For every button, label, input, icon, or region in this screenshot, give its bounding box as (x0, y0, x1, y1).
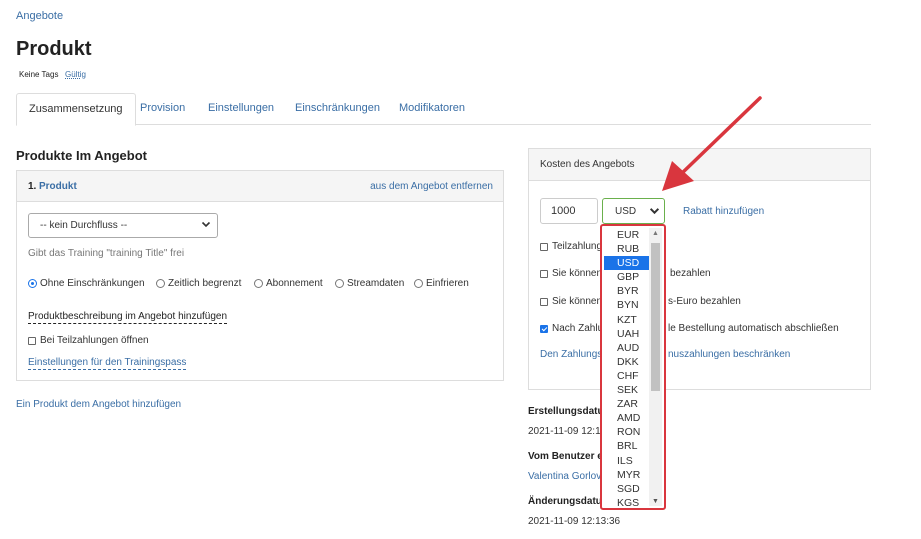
cost-option-pay-1[interactable]: Sie können (540, 268, 602, 279)
chevron-down-icon (649, 205, 660, 219)
currency-option-sek[interactable]: SEK (604, 383, 650, 397)
remove-product-link[interactable]: aus dem Angebot entfernen (370, 181, 493, 192)
tab-modifikatoren[interactable]: Modifikatoren (387, 93, 477, 125)
radio-button[interactable] (254, 279, 263, 288)
currency-option-brl[interactable]: BRL (604, 439, 650, 453)
currency-option-rub[interactable]: RUB (604, 242, 650, 256)
product-panel-header: 1. Produkt aus dem Angebot entfernen (17, 171, 503, 202)
breadcrumb[interactable]: Angebote (16, 10, 63, 22)
training-hint: Gibt das Training "training Title" frei (28, 248, 185, 259)
limit-payments-link-tail[interactable]: nuszahlungen beschränken (668, 349, 790, 360)
radio-abonnement[interactable]: Abonnement (254, 278, 323, 289)
changed-date-label: Änderungsdatu (528, 496, 602, 507)
radio-button[interactable] (28, 279, 37, 288)
amount-input[interactable]: 1000 (540, 198, 598, 224)
checkbox[interactable] (540, 269, 548, 278)
currency-option-chf[interactable]: CHF (604, 369, 650, 383)
tab-zusammensetzung[interactable]: Zusammensetzung (16, 93, 136, 126)
add-product-link[interactable]: Ein Produkt dem Angebot hinzufügen (16, 399, 181, 410)
created-date-value: 2021-11-09 12:13: (528, 426, 609, 437)
radio-button[interactable] (156, 279, 165, 288)
currency-option-gbp[interactable]: GBP (604, 270, 650, 284)
cost-option-pay-euro-tail: s-Euro bezahlen (668, 296, 741, 307)
currency-option-ron[interactable]: RON (604, 425, 650, 439)
checkbox[interactable] (540, 297, 548, 306)
checkbox[interactable] (540, 242, 548, 251)
cost-option-partial-payment[interactable]: Teilzahlung (540, 241, 602, 252)
radio-zeitlich-begrenzt[interactable]: Zeitlich begrenzt (156, 278, 241, 289)
open-on-partial-checkbox[interactable]: Bei Teilzahlungen öffnen (28, 335, 149, 346)
cost-panel-title: Kosten des Angebots (540, 159, 635, 170)
currency-option-byr[interactable]: BYR (604, 284, 650, 298)
status-badge[interactable]: Gültig (65, 70, 86, 79)
currency-option-ils[interactable]: ILS (604, 454, 650, 468)
scrollbar-thumb[interactable] (651, 243, 660, 391)
changed-date-value: 2021-11-09 12:13:36 (528, 516, 621, 527)
currency-option-dkk[interactable]: DKK (604, 355, 650, 369)
currency-option-aud[interactable]: AUD (604, 341, 650, 355)
flow-select-value: -- kein Durchfluss -- (40, 220, 128, 231)
product-name-link[interactable]: Produkt (39, 181, 77, 192)
currency-options: EUR RUB USD GBP BYR BYN KZT UAH AUD DKK CHF SEK ZAR A… (604, 228, 650, 510)
radio-ohne-einschraenkungen[interactable]: Ohne Einschränkungen (28, 278, 145, 289)
cost-option-pay-1-tail: bezahlen (670, 268, 711, 279)
scroll-down-icon[interactable]: ▼ (652, 498, 659, 505)
page-title: Produkt (16, 38, 92, 60)
dropdown-scrollbar[interactable]: ▲ ▼ (649, 228, 662, 506)
created-by-label: Vom Benutzer e (528, 451, 603, 462)
cost-option-auto-complete[interactable]: Nach Zahlu (540, 323, 603, 334)
add-description-link[interactable]: Produktbeschreibung im Angebot hinzufüge… (28, 311, 228, 324)
currency-option-kgs[interactable]: KGS (604, 496, 650, 510)
currency-select[interactable]: USD (602, 198, 665, 224)
radio-einfrieren[interactable]: Einfrieren (414, 278, 469, 289)
currency-option-amd[interactable]: AMD (604, 411, 650, 425)
training-pass-settings-link[interactable]: Einstellungen für den Trainingspass (28, 357, 187, 370)
add-discount-link[interactable]: Rabatt hinzufügen (683, 206, 764, 217)
currency-option-zar[interactable]: ZAR (604, 397, 650, 411)
currency-option-sgd[interactable]: SGD (604, 482, 650, 496)
created-date-label: Erstellungsdatu (528, 406, 604, 417)
currency-select-value: USD (615, 206, 637, 217)
currency-option-usd[interactable]: USD (604, 256, 650, 271)
checkbox-checked[interactable] (540, 324, 548, 333)
tab-einstellungen[interactable]: Einstellungen (196, 93, 286, 125)
flow-select[interactable]: -- kein Durchfluss -- (28, 213, 218, 238)
currency-option-eur[interactable]: EUR (604, 228, 650, 242)
annotation-arrow-icon (662, 96, 762, 191)
product-panel: 1. Produkt aus dem Angebot entfernen (16, 170, 504, 381)
created-by-user-link[interactable]: Valentina Gorlov (528, 471, 601, 482)
product-number: 1. (28, 181, 37, 192)
chevron-down-icon (201, 219, 211, 232)
limit-payments-link[interactable]: Den Zahlungs (540, 349, 602, 360)
currency-option-byn[interactable]: BYN (604, 298, 650, 312)
radio-button[interactable] (414, 279, 423, 288)
cost-option-auto-complete-tail: le Bestellung automatisch abschließen (668, 323, 839, 334)
scroll-up-icon[interactable]: ▲ (652, 230, 659, 237)
checkbox[interactable] (28, 336, 36, 345)
tab-einschraenkungen[interactable]: Einschränkungen (283, 93, 392, 125)
tab-provision[interactable]: Provision (128, 93, 197, 125)
currency-dropdown-list[interactable]: EUR RUB USD GBP BYR BYN KZT UAH AUD DKK CHF SEK ZAR A… (600, 224, 666, 510)
currency-option-myr[interactable]: MYR (604, 468, 650, 482)
products-section-title: Produkte Im Angebot (16, 148, 147, 163)
radio-button[interactable] (335, 279, 344, 288)
currency-option-uah[interactable]: UAH (604, 327, 650, 341)
cost-option-pay-euro[interactable]: Sie können (540, 296, 602, 307)
currency-option-kzt[interactable]: KZT (604, 313, 650, 327)
radio-streamdaten[interactable]: Streamdaten (335, 278, 404, 289)
tags-label: Keine Tags (19, 70, 59, 79)
